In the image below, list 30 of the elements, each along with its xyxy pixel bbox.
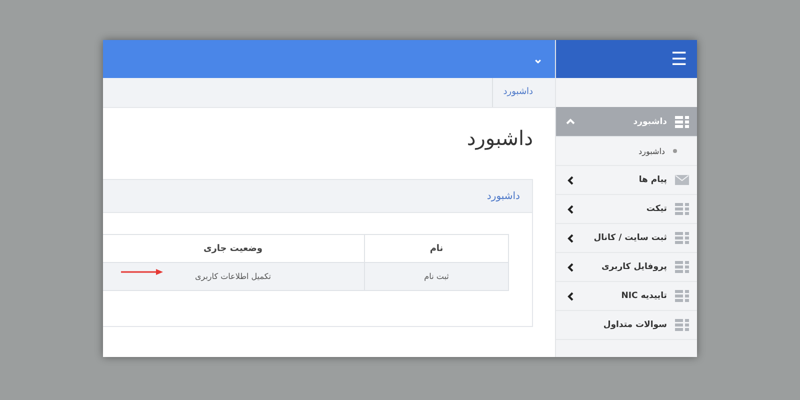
sidebar-item[interactable]: ثبت سایت / کانال: [556, 224, 697, 253]
sidebar-item[interactable]: سوالات متداول: [556, 311, 697, 340]
grid-icon: [675, 319, 689, 331]
submenu-item[interactable]: داشبورد: [556, 137, 697, 166]
sidebar-item[interactable]: تیکت: [556, 195, 697, 224]
sidebar-item[interactable]: تاییدیه NIC: [556, 282, 697, 311]
chevron-left-icon: [566, 234, 575, 242]
column-header: نام: [364, 234, 508, 262]
page-title: داشبورد: [466, 125, 534, 152]
menu-button[interactable]: ☰: [671, 50, 687, 68]
table-cell: ثبت نام: [364, 262, 508, 290]
chevron-left-icon: [566, 204, 575, 214]
grid-icon: [675, 203, 689, 215]
column-header: وضعیت جاری: [103, 234, 364, 262]
grid-icon: [675, 232, 689, 244]
chevron-up-icon: [566, 117, 575, 126]
sidebar-item[interactable]: پروفایل کاربری: [556, 253, 697, 282]
card-title: داشبورد: [486, 190, 520, 202]
arrow: [121, 269, 163, 275]
envelope-icon: [675, 175, 689, 185]
breadcrumb-link[interactable]: داشبورد: [492, 78, 533, 107]
chevron-left-icon: [566, 176, 575, 184]
chevron-left-icon: [566, 262, 575, 272]
table-cell: تکمیل اطلاعات کاربری: [103, 262, 364, 290]
chevron-left-icon: [566, 292, 575, 300]
grid-icon: [675, 261, 689, 273]
grid-icon: [675, 116, 689, 128]
grid-icon: [675, 290, 689, 302]
sidebar-item[interactable]: پیام ها: [556, 166, 697, 195]
dropdown-button[interactable]: ⌄: [533, 52, 543, 66]
